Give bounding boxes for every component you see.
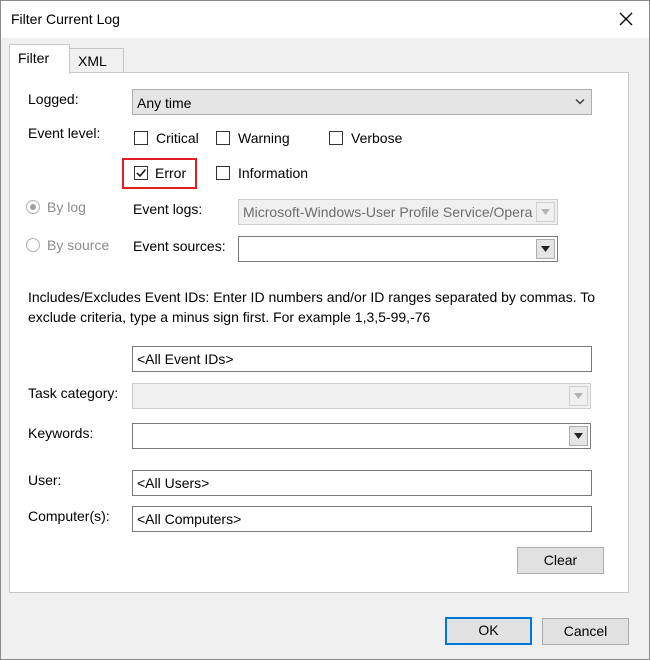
by-source-label: By source: [47, 237, 110, 253]
logged-value: Any time: [137, 95, 192, 111]
computer-value: <All Computers>: [137, 511, 242, 527]
task-category-dropdown-button[interactable]: [569, 386, 588, 406]
dropdown-arrow-icon: [574, 393, 583, 399]
close-button[interactable]: [603, 1, 649, 37]
information-checkbox[interactable]: [216, 166, 230, 180]
event-ids-input[interactable]: <All Event IDs>: [132, 346, 592, 372]
warning-label: Warning: [238, 130, 290, 146]
verbose-checkbox[interactable]: [329, 131, 343, 145]
tab-filter[interactable]: Filter: [9, 44, 70, 74]
task-category-label: Task category:: [28, 385, 119, 401]
by-log-radio[interactable]: [26, 200, 40, 214]
dropdown-arrow-icon: [574, 433, 583, 439]
keywords-field[interactable]: [132, 423, 591, 449]
information-label: Information: [238, 165, 309, 181]
event-level-label: Event level:: [28, 125, 101, 141]
clear-button[interactable]: Clear: [517, 547, 604, 574]
dropdown-arrow-icon: [541, 246, 550, 252]
error-checkbox[interactable]: [134, 166, 148, 180]
event-logs-dropdown-button[interactable]: [536, 202, 555, 222]
logged-dropdown[interactable]: Any time: [132, 89, 592, 115]
keywords-label: Keywords:: [28, 425, 94, 441]
error-label: Error: [155, 165, 187, 181]
critical-checkbox[interactable]: [134, 131, 148, 145]
user-label: User:: [28, 472, 62, 488]
ok-button[interactable]: OK: [445, 617, 532, 645]
radio-selected-dot: [30, 204, 36, 210]
by-log-label: By log: [47, 199, 86, 215]
event-sources-label: Event sources:: [133, 238, 226, 254]
event-logs-label: Event logs:: [133, 201, 203, 217]
event-sources-dropdown-button[interactable]: [536, 239, 555, 259]
event-logs-value: Microsoft-Windows-User Profile Service/O…: [243, 204, 533, 220]
checkmark-icon: [136, 169, 147, 178]
dropdown-arrow-icon: [541, 209, 550, 215]
tab-xml[interactable]: XML: [69, 48, 124, 72]
critical-label: Critical: [156, 130, 199, 146]
logged-label: Logged:: [28, 91, 79, 107]
chevron-down-icon: [575, 99, 585, 105]
task-category-field[interactable]: [132, 383, 591, 409]
computer-input[interactable]: <All Computers>: [132, 506, 592, 532]
close-icon: [619, 12, 633, 26]
filter-dialog: Filter Current Log Filter XML Logged: An…: [0, 0, 650, 660]
title-bar: Filter Current Log: [1, 1, 649, 38]
dialog-title: Filter Current Log: [11, 11, 120, 27]
warning-checkbox[interactable]: [216, 131, 230, 145]
keywords-dropdown-button[interactable]: [569, 426, 588, 446]
user-value: <All Users>: [137, 475, 210, 491]
event-logs-field[interactable]: Microsoft-Windows-User Profile Service/O…: [238, 199, 558, 225]
cancel-button[interactable]: Cancel: [542, 618, 629, 645]
user-input[interactable]: <All Users>: [132, 470, 592, 496]
by-source-radio[interactable]: [26, 238, 40, 252]
event-ids-value: <All Event IDs>: [137, 351, 234, 367]
event-sources-field[interactable]: [238, 236, 558, 262]
event-ids-description: Includes/Excludes Event IDs: Enter ID nu…: [28, 289, 596, 325]
computer-label: Computer(s):: [28, 508, 110, 524]
verbose-label: Verbose: [351, 130, 403, 146]
